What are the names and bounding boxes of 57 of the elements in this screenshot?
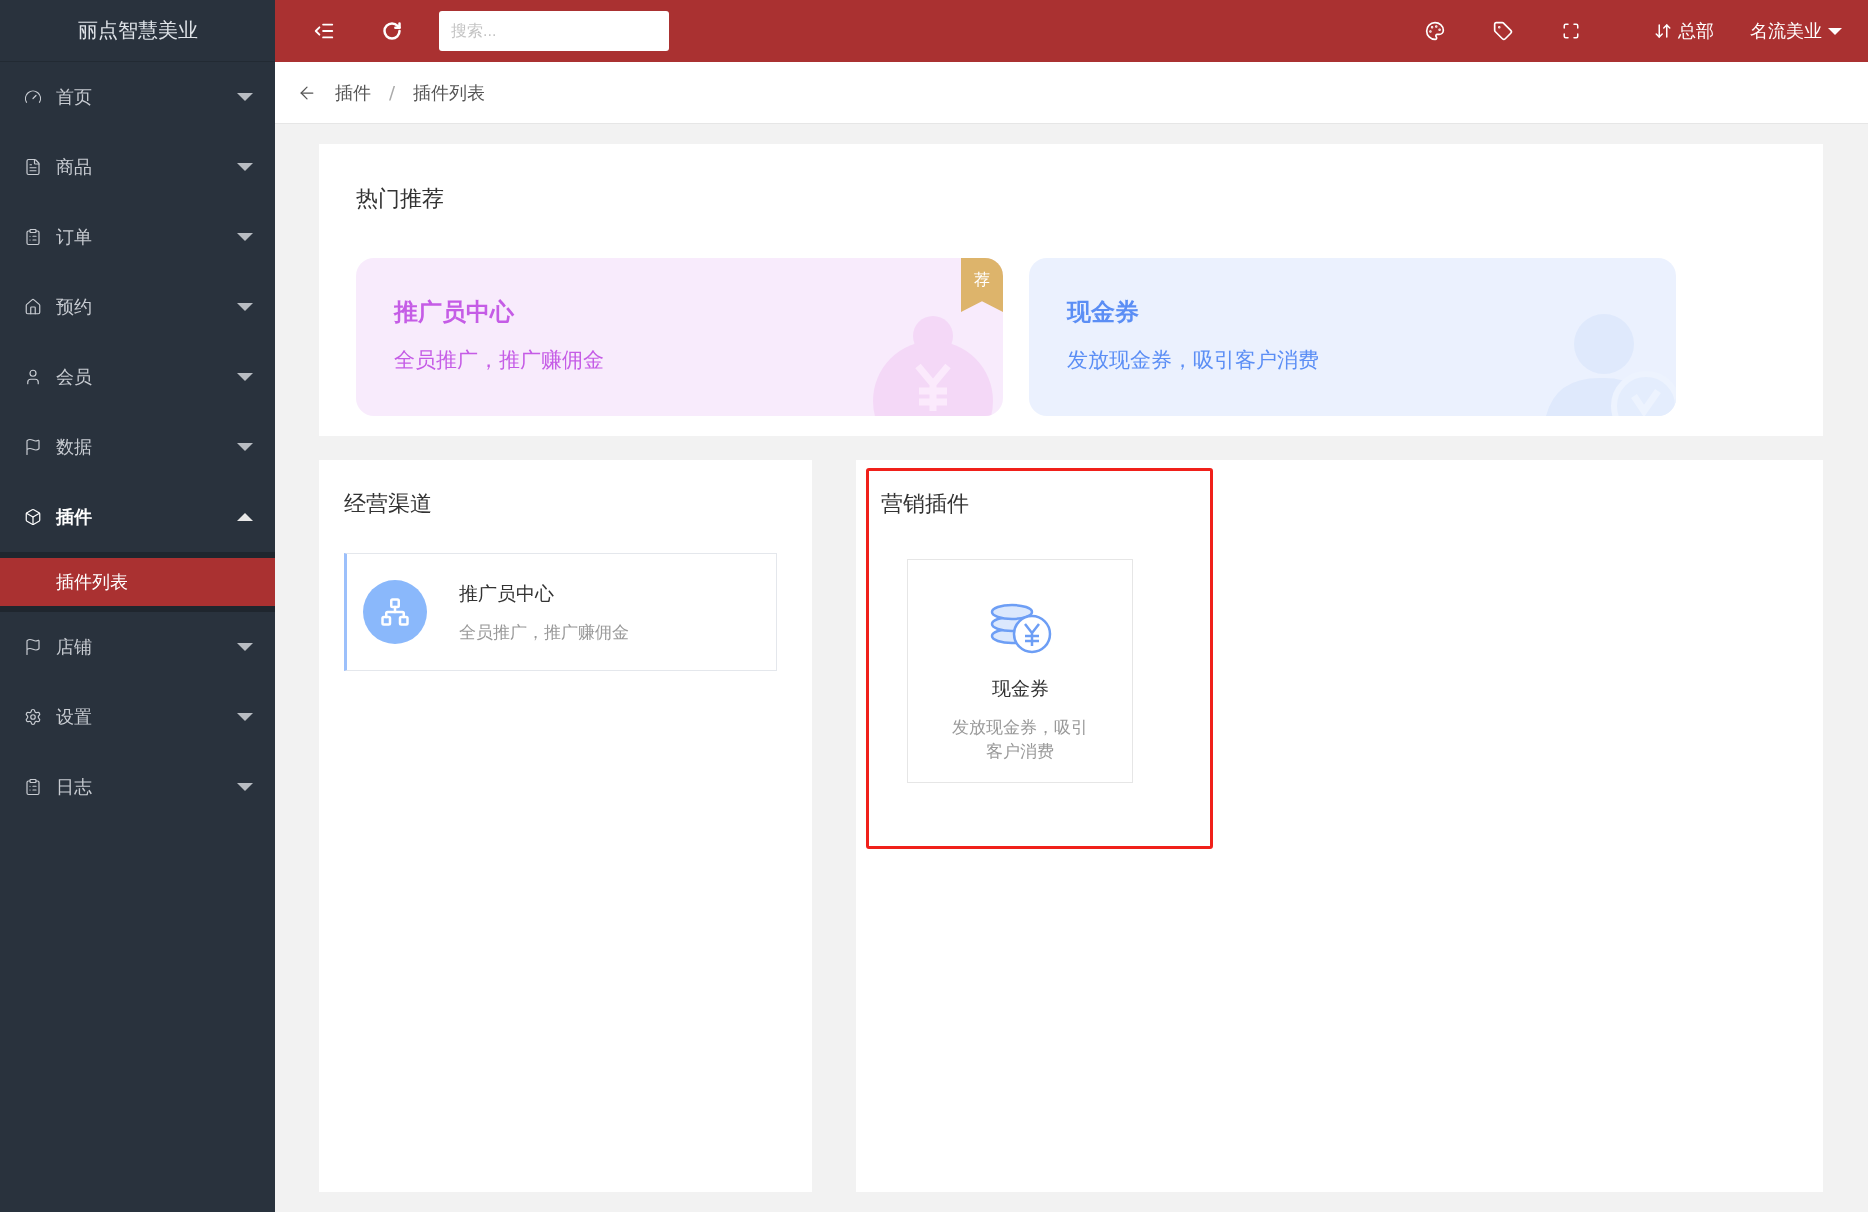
sidebar-item[interactable]: 插件	[0, 482, 275, 552]
caret-icon	[237, 163, 253, 171]
refresh-icon	[382, 21, 402, 41]
sidebar-item[interactable]: 会员	[0, 342, 275, 412]
sidebar-item[interactable]: 数据	[0, 412, 275, 482]
fullscreen-icon	[1562, 22, 1580, 40]
sidebar-item[interactable]: 预约	[0, 272, 275, 342]
caret-icon	[237, 93, 253, 101]
caret-icon	[237, 643, 253, 651]
user-menu-button[interactable]: 名流美业	[1750, 19, 1842, 43]
section-title: 经营渠道	[344, 490, 433, 518]
store-switch-button[interactable]: 总部	[1654, 19, 1714, 43]
settings-icon	[24, 708, 42, 726]
flag-icon	[24, 638, 42, 656]
caret-icon	[237, 713, 253, 721]
plugin-description: 发放现金券，吸引客户消费	[951, 716, 1089, 763]
clipboard-icon	[24, 228, 42, 246]
caret-icon	[237, 783, 253, 791]
sidebar-item[interactable]: 首页	[0, 62, 275, 132]
recommend-badge: 荐	[961, 258, 1003, 312]
sidebar-item[interactable]: 订单	[0, 202, 275, 272]
caret-icon	[237, 233, 253, 241]
breadcrumb-item: 插件列表	[413, 80, 486, 105]
tag-icon	[1493, 21, 1513, 41]
section-title: 热门推荐	[356, 185, 445, 213]
card-title: 推广员中心	[394, 297, 515, 328]
sidebar-item[interactable]: 店铺	[0, 612, 275, 682]
caret-icon	[237, 513, 253, 521]
gauge-icon	[24, 88, 42, 106]
search-field[interactable]: 搜索...	[439, 11, 669, 51]
caret-icon	[237, 443, 253, 451]
home-icon	[24, 298, 42, 316]
breadcrumb-item[interactable]: 插件	[335, 80, 371, 105]
document-icon	[24, 158, 42, 176]
plugin-item[interactable]: 推广员中心 全员推广，推广赚佣金	[344, 553, 777, 671]
user-icon	[24, 368, 42, 386]
section-title: 营销插件	[881, 490, 970, 518]
caret-icon	[237, 303, 253, 311]
flag-icon	[24, 438, 42, 456]
breadcrumb-separator: /	[389, 82, 396, 103]
cube-icon	[24, 508, 42, 526]
plugin-tile[interactable]: 现金券 发放现金券，吸引客户消费	[907, 559, 1133, 783]
plugin-title: 现金券	[991, 676, 1049, 701]
swap-icon	[1654, 22, 1672, 40]
sidebar-subitem[interactable]: 插件列表	[0, 558, 275, 606]
sidebar-item[interactable]: 设置	[0, 682, 275, 752]
clipboard-icon	[24, 778, 42, 796]
card-description: 发放现金券，吸引客户消费	[1067, 347, 1320, 374]
caret-icon	[237, 373, 253, 381]
sidebar-item[interactable]: 日志	[0, 752, 275, 822]
caret-icon	[1828, 27, 1842, 35]
palette-icon	[1425, 21, 1445, 41]
plugin-description: 全员推广，推广赚佣金	[459, 620, 629, 644]
card-title: 现金券	[1067, 297, 1140, 328]
sidebar-item[interactable]: 商品	[0, 132, 275, 202]
plugin-title: 推广员中心	[459, 580, 555, 606]
card-description: 全员推广，推广赚佣金	[394, 347, 605, 374]
